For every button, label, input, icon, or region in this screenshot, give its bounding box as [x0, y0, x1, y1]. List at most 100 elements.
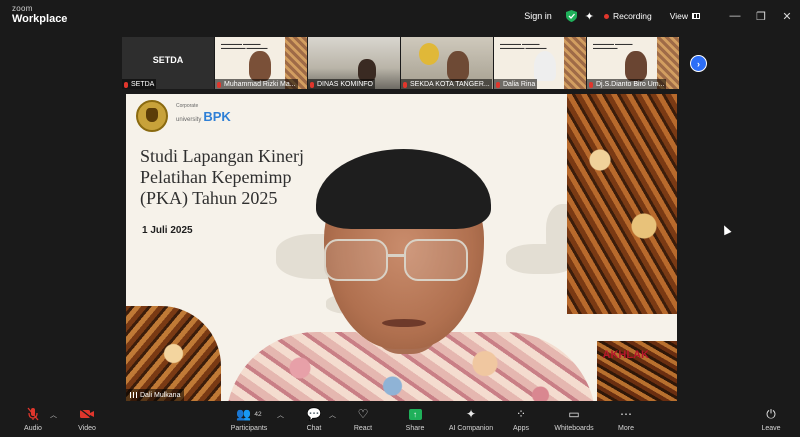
- batik-pattern-right: [567, 94, 677, 314]
- participant-tile[interactable]: ▬▬▬▬▬▬ ▬▬▬▬▬ ▬▬▬▬▬▬▬ ▬▬▬▬▬▬ Muhammad Riz…: [215, 37, 307, 89]
- brand-workplace: Workplace: [12, 13, 68, 25]
- slide-title-line: Studi Lapangan Kinerj: [140, 146, 304, 166]
- speaker-name: Dali Mulkana: [140, 391, 181, 399]
- recording-label: Recording: [612, 11, 652, 21]
- chat-icon: 💬: [306, 407, 322, 421]
- mouse-cursor-icon: [720, 223, 732, 236]
- participant-tile[interactable]: ▬▬▬▬▬▬ ▬▬▬▬▬ ▬▬▬▬▬▬▬ ▬▬▬▬▬▬ Dalia Rina: [494, 37, 586, 89]
- slide-title-line: (PKA) Tahun 2025: [140, 188, 278, 208]
- participant-face: [447, 51, 469, 81]
- speaker-name-tag: Dali Mulkana: [126, 389, 185, 401]
- participants-icon: 👥: [236, 407, 252, 421]
- participant-tile[interactable]: SETDA SETDA: [122, 37, 214, 89]
- meeting-stage: SETDA SETDA ▬▬▬▬▬▬ ▬▬▬▬▬ ▬▬▬▬▬▬▬ ▬▬▬▬▬▬ …: [0, 32, 800, 402]
- mic-muted-icon: [403, 81, 407, 88]
- participant-tile[interactable]: ▬▬▬▬▬▬ ▬▬▬▬▬ ▬▬▬▬▬▬▬ Dj.S.Dianto Biro Um…: [587, 37, 679, 89]
- whiteboards-label: Whiteboards: [554, 425, 594, 432]
- video-label: Video: [78, 425, 96, 432]
- participant-name: Muhammad Rizki Ma...: [224, 81, 296, 88]
- speaker-hair: [316, 149, 491, 229]
- leave-button[interactable]: ⏻ Leave: [746, 406, 796, 433]
- video-button[interactable]: Video: [62, 406, 112, 432]
- view-button[interactable]: View: [670, 11, 700, 21]
- corp-university-text: university: [176, 117, 202, 123]
- apps-icon: ⁘: [515, 407, 527, 421]
- ai-sparkle-icon[interactable]: ✦: [585, 10, 594, 23]
- apps-button[interactable]: ⁘ Apps: [496, 406, 546, 432]
- slide-date: 1 Juli 2025: [142, 225, 193, 236]
- sign-in-button[interactable]: Sign in: [524, 11, 552, 21]
- participant-face: [249, 51, 271, 81]
- gallery-strip: SETDA SETDA ▬▬▬▬▬▬ ▬▬▬▬▬ ▬▬▬▬▬▬▬ ▬▬▬▬▬▬ …: [122, 37, 682, 89]
- zoom-logo: zoom Workplace: [12, 5, 67, 25]
- participant-name-tag: Dj.S.Dianto Biro Um...: [587, 79, 667, 89]
- heart-icon: ♡: [357, 407, 369, 421]
- chevron-right-icon: ›: [697, 58, 700, 69]
- glasses-left-lens: [324, 239, 388, 281]
- chat-caret-icon[interactable]: ︿: [329, 410, 336, 420]
- restore-button[interactable]: ❐: [748, 10, 774, 23]
- active-speaker-video[interactable]: Corporate university BPK Studi Lapangan K…: [126, 94, 677, 401]
- participant-face: [625, 51, 647, 81]
- recording-indicator[interactable]: Recording: [603, 11, 652, 21]
- whiteboards-button[interactable]: ▭ Whiteboards: [546, 406, 602, 432]
- mic-muted-icon: [124, 81, 128, 88]
- chat-label: Chat: [306, 425, 322, 432]
- participants-count: 42: [254, 410, 262, 418]
- leave-icon: ⏻: [766, 406, 776, 421]
- batik-pattern-bottom-left: [126, 306, 221, 401]
- corporate-university-logo: Corporate university BPK: [176, 104, 231, 125]
- video-off-icon: [79, 408, 94, 420]
- kota-logo: [419, 43, 439, 65]
- participant-tile[interactable]: SEKDA KOTA TANGER...: [401, 37, 493, 89]
- participant-tile[interactable]: DINAS KOMINFO: [308, 37, 400, 89]
- ai-companion-icon: ✦: [465, 407, 477, 421]
- participants-label: Participants: [230, 425, 268, 432]
- participants-button[interactable]: 👥 42 Participants: [224, 406, 274, 432]
- encryption-shield-icon[interactable]: [565, 10, 577, 22]
- share-label: Share: [405, 425, 425, 432]
- react-button[interactable]: ♡ React: [338, 406, 388, 432]
- participant-name-tag: SEKDA KOTA TANGER...: [401, 79, 492, 89]
- mic-muted-icon: [217, 81, 221, 88]
- akhlak-logo: AKHLAK: [602, 349, 649, 361]
- mic-muted-icon: [496, 81, 500, 88]
- participant-name-tag: Muhammad Rizki Ma...: [215, 79, 298, 89]
- glasses-bridge: [388, 254, 404, 257]
- participant-face: [358, 59, 376, 81]
- audio-label: Audio: [24, 425, 42, 432]
- slide-title: Studi Lapangan Kinerj Pelatihan Kepemimp…: [140, 146, 304, 209]
- recording-dot-icon: [603, 13, 609, 19]
- participant-name-tag: DINAS KOMINFO: [308, 79, 376, 89]
- ai-companion-button[interactable]: ✦ AI Companion: [440, 406, 502, 432]
- gallery-next-button[interactable]: ›: [690, 55, 707, 72]
- mic-muted-icon: [27, 407, 39, 421]
- speaker-mouth: [382, 319, 426, 327]
- participants-caret-icon[interactable]: ︿: [277, 410, 284, 420]
- whiteboard-icon: ▭: [568, 407, 580, 421]
- participant-name: Dj.S.Dianto Biro Um...: [596, 81, 665, 88]
- mini-slide-text: ▬▬▬▬▬▬ ▬▬▬▬▬ ▬▬▬▬▬▬▬: [593, 42, 633, 51]
- title-bar: zoom Workplace Sign in ✦ Recording View …: [0, 0, 800, 32]
- participant-name: Dalia Rina: [503, 81, 536, 88]
- minimize-button[interactable]: —: [722, 10, 748, 22]
- more-button[interactable]: ⋯ More: [601, 406, 651, 432]
- audio-options-caret-icon[interactable]: ︿: [50, 410, 57, 420]
- mic-muted-icon: [589, 81, 593, 88]
- leave-label: Leave: [761, 425, 781, 432]
- participant-name: SEKDA KOTA TANGER...: [410, 81, 490, 88]
- meeting-toolbar: Audio ︿ Video 👥 42 Participants ︿ 💬 Chat …: [0, 402, 800, 437]
- participant-name-tag: SETDA: [122, 79, 157, 89]
- close-button[interactable]: ✕: [774, 10, 800, 23]
- mic-muted-icon: [310, 81, 314, 88]
- mini-slide-text: ▬▬▬▬▬▬ ▬▬▬▬▬ ▬▬▬▬▬▬▬ ▬▬▬▬▬▬: [500, 42, 547, 51]
- brand-zoom: zoom: [12, 4, 33, 13]
- mini-batik-pattern: [564, 37, 586, 89]
- share-button[interactable]: ↑ Share: [390, 406, 440, 432]
- audio-level-icon: [130, 392, 137, 398]
- bpk-seal-logo: [136, 100, 168, 132]
- participant-name: SETDA: [131, 81, 155, 88]
- glasses-right-lens: [404, 239, 468, 281]
- corp-bpk-text: BPK: [203, 109, 231, 124]
- react-label: React: [353, 425, 373, 432]
